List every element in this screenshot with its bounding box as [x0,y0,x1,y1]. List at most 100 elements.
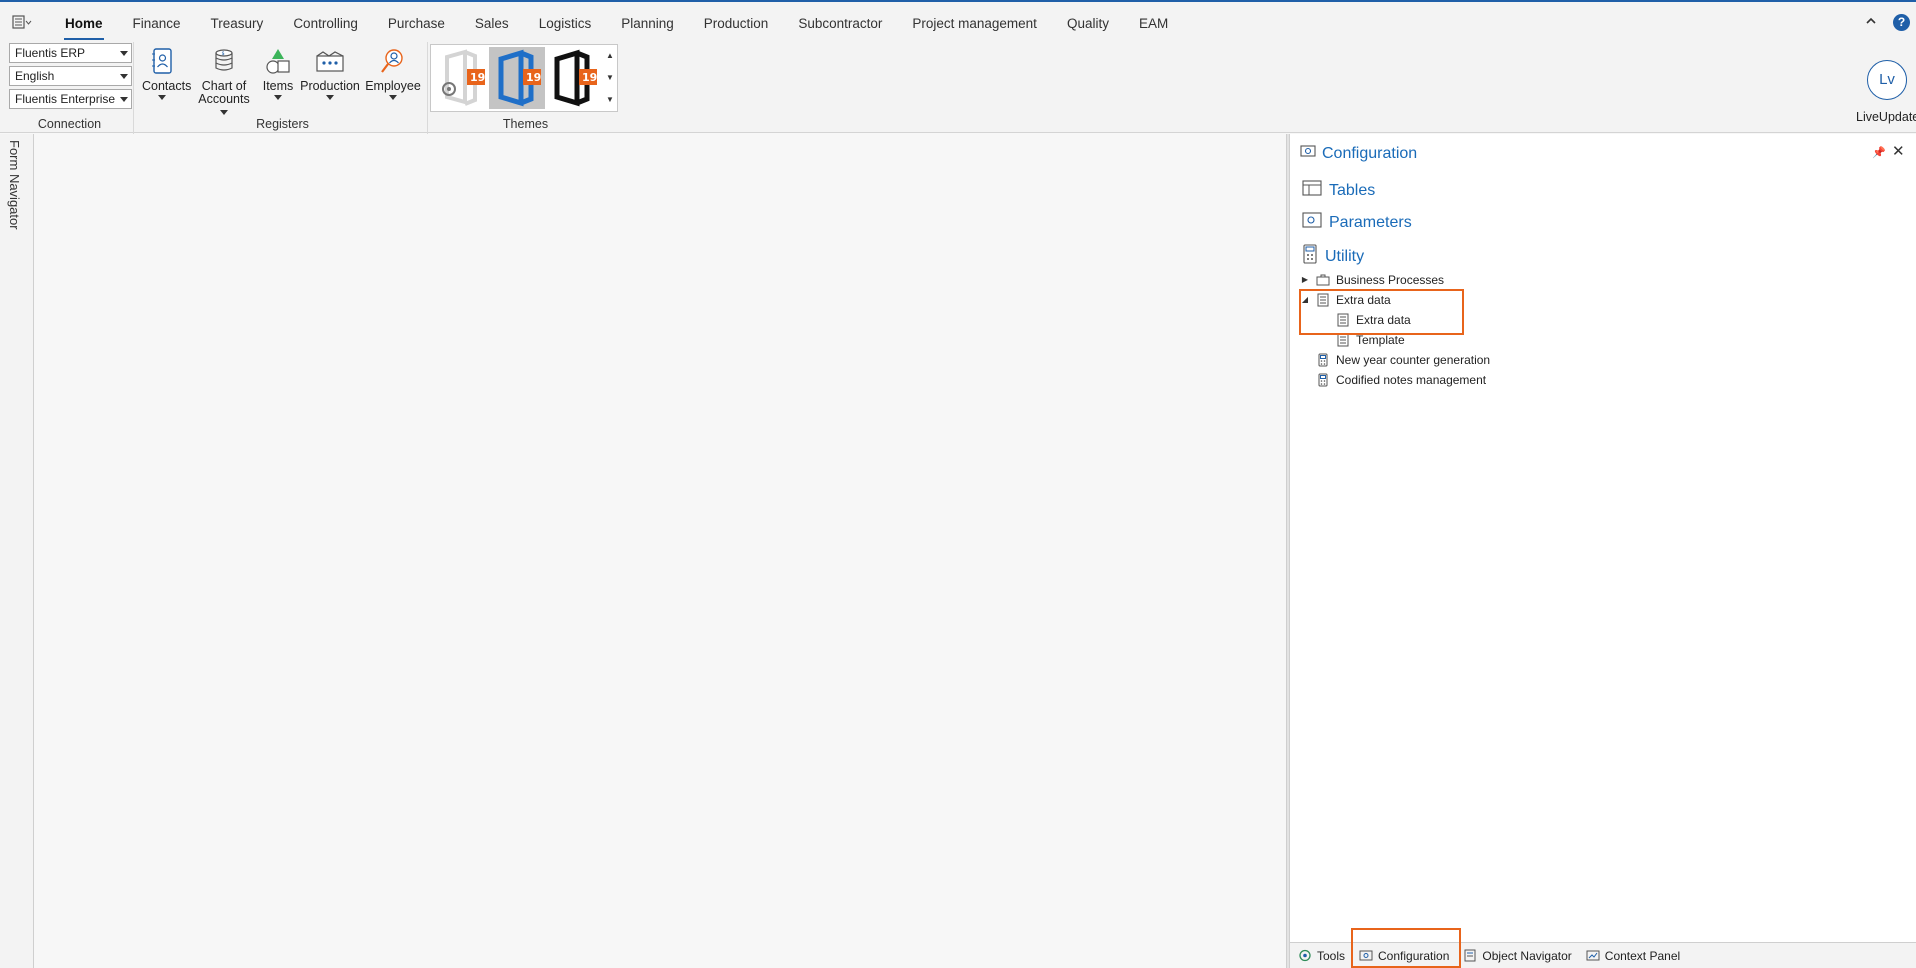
object-navigator-icon [1463,949,1477,962]
bottom-tab-context-panel[interactable]: Context Panel [1586,949,1680,963]
pin-icon[interactable]: 📌 [1872,146,1886,159]
expand-arrow-icon[interactable]: ▶ [1298,270,1312,290]
calculator-icon [1316,373,1330,387]
section-parameters[interactable]: Parameters [1302,212,1412,233]
gallery-expand-icon[interactable]: ▼ [603,89,617,111]
tab-finance[interactable]: Finance [118,2,196,46]
chevron-down-icon [220,110,228,116]
chevron-down-icon [158,95,166,100]
bottom-tab-object-navigator[interactable]: Object Navigator [1463,948,1572,963]
chart-of-accounts-label-1: Chart of [201,79,247,93]
contacts-label: Contacts [142,79,192,93]
form-navigator-label[interactable]: Form Navigator [7,140,22,230]
chart-of-accounts-icon: $ [209,46,239,76]
tab-project-management[interactable]: Project management [897,2,1052,46]
scroll-up-icon[interactable]: ▲ [603,45,617,67]
production-button[interactable]: Production [300,46,360,100]
employee-icon [378,46,408,76]
theme-light-option[interactable]: 19 [433,47,489,109]
tree-label: New year counter generation [1336,353,1491,367]
tab-planning[interactable]: Planning [606,2,689,46]
context-panel-icon [1586,949,1600,962]
bottom-tab-label: Object Navigator [1482,948,1572,963]
configuration-icon [1300,144,1316,163]
employee-button[interactable]: Employee [363,46,423,100]
tab-home[interactable]: Home [50,2,118,46]
chart-of-accounts-label-2: Accounts [198,92,250,106]
parameters-label: Parameters [1329,213,1412,231]
liveupdate-button[interactable]: Lv [1867,60,1907,100]
tools-icon [1298,949,1312,962]
tab-purchase[interactable]: Purchase [373,2,460,46]
utility-icon [1302,244,1318,269]
contacts-icon [147,46,177,76]
tab-subcontractor[interactable]: Subcontractor [783,2,897,46]
section-tables[interactable]: Tables [1302,180,1375,201]
briefcase-icon [1316,273,1330,287]
chevron-down-icon [389,95,397,100]
database-select[interactable]: Fluentis ERP [9,43,132,63]
main-workspace [35,134,1285,968]
connection-group-label: Connection [37,117,102,131]
tab-quality[interactable]: Quality [1052,2,1124,46]
tree-node-new-year-counter[interactable]: New year counter generation [1298,350,1908,370]
highlight-box-configuration-tab [1351,928,1461,968]
chevron-down-icon [120,97,128,102]
tree-node-codified-notes[interactable]: Codified notes management [1298,370,1908,390]
app-menu-icon[interactable] [12,15,38,35]
tab-sales[interactable]: Sales [460,2,524,46]
items-label: Items [262,79,294,93]
panel-title: Configuration [1322,144,1418,162]
svg-text:$: $ [222,51,225,57]
bottom-tab-label: Context Panel [1604,948,1681,963]
section-utility[interactable]: Utility [1302,244,1364,269]
ribbon: Home Finance Treasury Controlling Purcha… [0,2,1916,134]
form-navigator-bar[interactable]: Form Navigator [0,134,34,968]
highlight-box-extra-data [1299,289,1464,335]
factory-icon [315,46,345,76]
production-label: Production [300,79,360,93]
tree-node-business-processes[interactable]: ▶ Business Processes [1298,270,1908,290]
language-select-value: English [15,69,55,83]
liveupdate-group: Lv LiveUpdate [1840,42,1916,134]
scroll-down-icon[interactable]: ▼ [603,67,617,89]
calculator-icon [1316,353,1330,367]
tab-controlling[interactable]: Controlling [278,2,373,46]
utility-label: Utility [1325,247,1365,265]
company-select[interactable]: Fluentis Enterprise [9,89,132,109]
theme-badge-text: 19 [582,71,597,84]
connection-group: Fluentis ERP English Fluentis Enterprise… [6,42,134,134]
document-icon [1336,333,1350,347]
help-icon[interactable]: ? [1893,14,1910,31]
tree-label: Business Processes [1336,273,1445,287]
theme-gallery-scroll: ▲ ▼ ▼ [603,45,617,111]
chart-of-accounts-button[interactable]: $ Chart of Accounts [194,46,254,119]
tab-treasury[interactable]: Treasury [196,2,279,46]
items-button[interactable]: Items [260,46,296,100]
tab-production[interactable]: Production [689,2,784,46]
company-select-value: Fluentis Enterprise [15,92,116,106]
chevron-down-icon [120,74,128,79]
language-select[interactable]: English [9,66,132,86]
bottom-tab-tools[interactable]: Tools [1298,949,1345,963]
theme-dark-option[interactable]: 19 [545,47,601,109]
theme-blue-option[interactable]: 19 [489,47,545,109]
configuration-panel: Configuration 📌 ✕ Tables Parameters Util… [1290,134,1916,942]
tables-label: Tables [1329,181,1376,199]
tree-label: Codified notes management [1336,373,1487,387]
registers-group-label: Registers [256,117,309,131]
items-icon [263,46,293,76]
close-icon[interactable]: ✕ [1892,142,1905,160]
chevron-down-icon [120,51,128,56]
registers-group: Contacts $ Chart of Accounts Items Produ… [138,42,428,134]
tab-eam[interactable]: EAM [1124,2,1183,46]
contacts-button[interactable]: Contacts [142,46,191,100]
tab-logistics[interactable]: Logistics [524,2,607,46]
panel-header: Configuration [1300,144,1417,163]
bottom-tab-label: Tools [1317,948,1346,963]
database-select-value: Fluentis ERP [15,46,86,60]
employee-label: Employee [365,79,421,93]
theme-badge-text: 19 [470,71,485,84]
collapse-ribbon-icon[interactable] [1866,14,1876,28]
themes-group-label: Themes [502,117,549,131]
